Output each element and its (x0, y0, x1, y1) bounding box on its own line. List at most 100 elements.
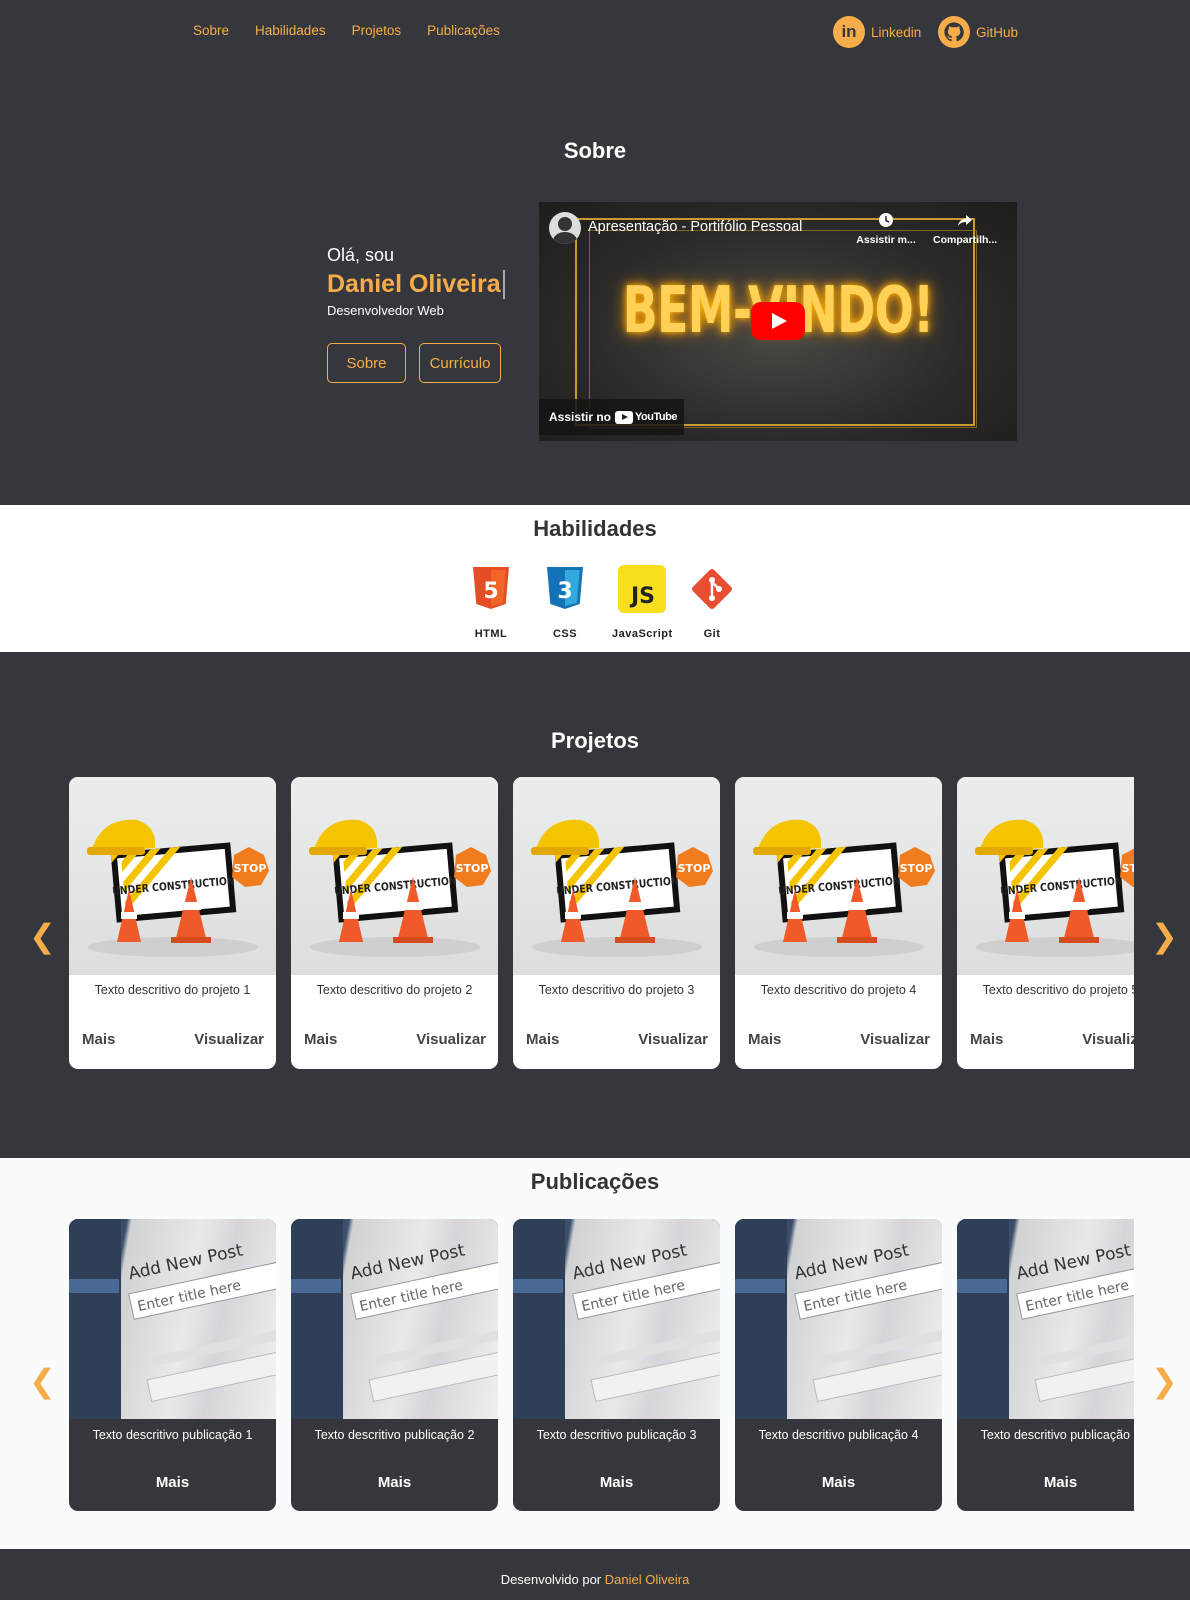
svg-text:STOP: STOP (234, 862, 267, 875)
project-card: UNDER CONSTRUCTION STOP Texto descritivo… (291, 777, 498, 1069)
svg-text:STOP: STOP (900, 862, 933, 875)
svg-text:3: 3 (557, 579, 572, 604)
project-description: Texto descritivo do projeto 3 (538, 983, 695, 997)
publication-card: Add New Post Enter title here Texto desc… (513, 1219, 720, 1511)
youtube-video-embed[interactable]: BEM-VINDO! Apresentação - Portifólio Pes… (539, 202, 1017, 441)
under-construction-illustration: UNDER CONSTRUCTION STOP (753, 819, 935, 957)
github-label: GitHub (976, 24, 1019, 40)
publication-description: Texto descritivo publicação 3 (536, 1428, 697, 1442)
watch-on-label: Assistir no (549, 410, 612, 424)
publication-description: Texto descritivo publicação 2 (314, 1428, 475, 1442)
svg-text:STOP: STOP (456, 862, 489, 875)
nav-links: Sobre Habilidades Projetos Publicações (193, 23, 500, 38)
svg-text:JS: JS (629, 584, 655, 609)
footer-prefix: Desenvolvido por (500, 1572, 602, 1587)
share-label: Compartilh... (933, 234, 998, 246)
github-icon (938, 16, 970, 48)
nav-link-projetos[interactable]: Projetos (352, 23, 402, 38)
publication-card: Add New Post Enter title here Texto desc… (957, 1219, 1134, 1511)
project-card: UNDER CONSTRUCTION STOP Texto descritivo… (69, 777, 276, 1069)
watch-later-button[interactable]: Assistir m... (855, 212, 917, 246)
add-new-post-illustration: Add New Post Enter title here (513, 1219, 720, 1419)
nav-link-habilidades[interactable]: Habilidades (255, 23, 326, 38)
under-construction-illustration: UNDER CONSTRUCTION STOP (87, 819, 269, 957)
publications-prev-arrow[interactable]: ❮ (29, 1362, 56, 1400)
under-construction-illustration: UNDER CONSTRUCTION STOP (975, 819, 1134, 957)
publication-more-button[interactable]: Mais (735, 1474, 942, 1491)
project-description: Texto descritivo do projeto 4 (760, 983, 917, 997)
linkedin-link[interactable]: in Linkedin (833, 16, 921, 48)
publication-more-button[interactable]: Mais (291, 1474, 498, 1491)
project-description: Texto descritivo do projeto 1 (94, 983, 251, 997)
skill-label: CSS (552, 628, 578, 640)
play-button-icon[interactable] (751, 302, 805, 340)
greeting-text: Olá, sou (327, 245, 395, 265)
projects-carousel: UNDER CONSTRUCTION STOP Texto descritivo… (69, 777, 1134, 1069)
skill-label: JavaScript (612, 628, 673, 640)
curriculo-button[interactable]: Currículo (419, 343, 501, 383)
project-more-button[interactable]: Mais (970, 1031, 1003, 1048)
project-image: UNDER CONSTRUCTION STOP (735, 777, 942, 975)
hero-title: Sobre (563, 138, 627, 163)
publication-more-button[interactable]: Mais (513, 1474, 720, 1491)
skills-title: Habilidades (533, 516, 657, 541)
video-title[interactable]: Apresentação - Portifólio Pessoal (588, 219, 802, 235)
publications-next-arrow[interactable]: ❯ (1151, 1362, 1178, 1400)
skill-label: HTML (474, 628, 508, 640)
project-view-button[interactable]: Visualizar (1082, 1031, 1134, 1048)
watch-on-youtube-button[interactable]: Assistir no YouTube (539, 399, 684, 435)
publication-description: Texto descritivo publicação 1 (92, 1428, 253, 1442)
linkedin-label: Linkedin (871, 24, 922, 40)
project-more-button[interactable]: Mais (748, 1031, 781, 1048)
project-view-button[interactable]: Visualizar (416, 1031, 486, 1048)
channel-avatar[interactable] (549, 212, 581, 244)
skill-css: 3 CSS (535, 565, 595, 640)
sobre-button[interactable]: Sobre (327, 343, 406, 383)
project-view-button[interactable]: Visualizar (194, 1031, 264, 1048)
project-more-button[interactable]: Mais (304, 1031, 337, 1048)
footer: Desenvolvido por Daniel Oliveira (0, 1549, 1190, 1600)
project-description: Texto descritivo do projeto 5 (982, 983, 1134, 997)
youtube-logo-text: YouTube (635, 411, 677, 423)
javascript-icon: JS (618, 565, 666, 613)
nav-link-publicacoes[interactable]: Publicações (427, 23, 500, 38)
publication-image: Add New Post Enter title here (291, 1219, 498, 1419)
project-image: UNDER CONSTRUCTION STOP (291, 777, 498, 975)
project-image: UNDER CONSTRUCTION STOP (69, 777, 276, 975)
publication-description: Texto descritivo publicação 5 (980, 1428, 1134, 1442)
publication-card: Add New Post Enter title here Texto desc… (69, 1219, 276, 1511)
add-new-post-illustration: Add New Post Enter title here (69, 1219, 276, 1419)
projects-prev-arrow[interactable]: ❮ (29, 917, 56, 955)
nav-link-sobre[interactable]: Sobre (193, 23, 229, 38)
publication-image: Add New Post Enter title here (513, 1219, 720, 1419)
projects-next-arrow[interactable]: ❯ (1151, 917, 1178, 955)
publication-more-button[interactable]: Mais (957, 1474, 1134, 1491)
project-view-button[interactable]: Visualizar (860, 1031, 930, 1048)
project-view-button[interactable]: Visualizar (638, 1031, 708, 1048)
add-new-post-illustration: Add New Post Enter title here (957, 1219, 1134, 1419)
publication-more-button[interactable]: Mais (69, 1474, 276, 1491)
publication-image: Add New Post Enter title here (69, 1219, 276, 1419)
share-icon (958, 215, 972, 226)
developer-role: Desenvolvedor Web (327, 303, 444, 318)
github-link[interactable]: GitHub (938, 16, 1018, 48)
add-new-post-illustration: Add New Post Enter title here (735, 1219, 942, 1419)
linkedin-icon: in (833, 16, 865, 48)
publication-image: Add New Post Enter title here (735, 1219, 942, 1419)
project-description: Texto descritivo do projeto 2 (316, 983, 473, 997)
project-card: UNDER CONSTRUCTION STOP Texto descritivo… (735, 777, 942, 1069)
hero-section: Sobre Olá, sou Daniel Oliveira Desenvolv… (0, 62, 1190, 505)
git-icon (692, 569, 732, 609)
project-more-button[interactable]: Mais (526, 1031, 559, 1048)
footer-author-link[interactable]: Daniel Oliveira (605, 1572, 690, 1587)
publications-carousel: Add New Post Enter title here Texto desc… (69, 1219, 1134, 1511)
publications-section: Publicações ❮ ❯ Add New Post Enter title… (0, 1158, 1190, 1549)
skill-git: Git (682, 565, 742, 640)
svg-text:STOP: STOP (1122, 862, 1134, 875)
publication-card: Add New Post Enter title here Texto desc… (291, 1219, 498, 1511)
html5-icon: 5 (473, 567, 509, 609)
project-more-button[interactable]: Mais (82, 1031, 115, 1048)
projects-title: Projetos (550, 728, 640, 753)
watch-later-label: Assistir m... (856, 234, 916, 246)
share-button[interactable]: Compartilh... (933, 212, 997, 246)
